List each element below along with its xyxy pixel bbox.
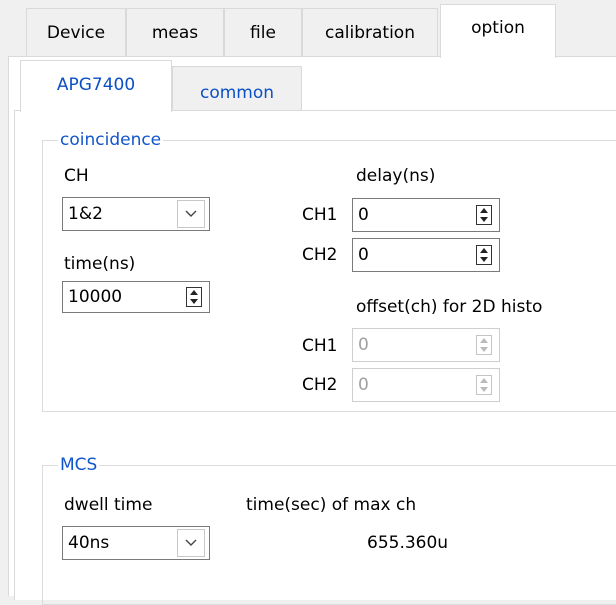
tab-file[interactable]: file bbox=[224, 8, 302, 56]
subtab-apg7400-label: APG7400 bbox=[56, 74, 136, 95]
coincidence-group bbox=[42, 140, 616, 412]
tab-option[interactable]: option bbox=[440, 4, 556, 58]
dwell-time-combobox[interactable]: 40ns bbox=[62, 526, 210, 560]
delay-ch1-label: CH1 bbox=[302, 205, 338, 225]
delay-ch2-spin[interactable]: 0 bbox=[352, 238, 500, 272]
tab-calibration-label: calibration bbox=[325, 22, 415, 43]
spin-arrows-icon[interactable] bbox=[476, 245, 492, 265]
time-spin-value: 10000 bbox=[68, 287, 123, 307]
time-spin[interactable]: 10000 bbox=[62, 281, 210, 313]
tab-device-label: Device bbox=[46, 22, 106, 43]
mcs-legend: MCS bbox=[58, 455, 100, 475]
ch-combobox-value: 1&2 bbox=[68, 204, 103, 224]
spin-arrows-icon bbox=[476, 335, 492, 355]
subtab-common-label: common bbox=[199, 82, 275, 103]
ch-label: CH bbox=[64, 166, 89, 186]
subtab-common[interactable]: common bbox=[172, 66, 302, 112]
offset-ch1-label: CH1 bbox=[302, 336, 338, 356]
time-label: time(ns) bbox=[64, 254, 136, 274]
tab-device[interactable]: Device bbox=[26, 8, 126, 56]
max-ch-time-label: time(sec) of max ch bbox=[246, 495, 417, 515]
max-ch-time-value: 655.360u bbox=[367, 533, 449, 553]
chevron-down-icon[interactable] bbox=[177, 529, 205, 557]
tab-file-label: file bbox=[250, 22, 276, 43]
spin-arrows-icon[interactable] bbox=[476, 205, 492, 225]
chevron-down-icon[interactable] bbox=[177, 200, 205, 228]
delay-ch2-label: CH2 bbox=[302, 245, 338, 265]
offset-ch1-spin: 0 bbox=[352, 328, 500, 362]
offset-ch1-value: 0 bbox=[358, 335, 369, 355]
offset-ch2-value: 0 bbox=[358, 375, 369, 395]
offset-ch2-spin: 0 bbox=[352, 368, 500, 402]
tab-meas-label: meas bbox=[151, 22, 199, 43]
dwell-time-label: dwell time bbox=[64, 495, 153, 515]
delay-label: delay(ns) bbox=[356, 166, 436, 186]
delay-ch1-value: 0 bbox=[358, 205, 369, 225]
offset-ch2-label: CH2 bbox=[302, 375, 338, 395]
tab-meas[interactable]: meas bbox=[126, 8, 224, 56]
delay-ch1-spin[interactable]: 0 bbox=[352, 198, 500, 232]
dwell-time-value: 40ns bbox=[68, 533, 110, 553]
subtab-apg7400[interactable]: APG7400 bbox=[20, 60, 172, 112]
tab-option-label: option bbox=[471, 17, 525, 38]
ch-combobox[interactable]: 1&2 bbox=[62, 197, 210, 231]
offset-label: offset(ch) for 2D histo bbox=[356, 297, 543, 317]
coincidence-legend: coincidence bbox=[58, 130, 164, 150]
spin-arrows-icon[interactable] bbox=[186, 287, 202, 307]
tab-calibration[interactable]: calibration bbox=[302, 8, 438, 56]
spin-arrows-icon bbox=[476, 375, 492, 395]
delay-ch2-value: 0 bbox=[358, 245, 369, 265]
